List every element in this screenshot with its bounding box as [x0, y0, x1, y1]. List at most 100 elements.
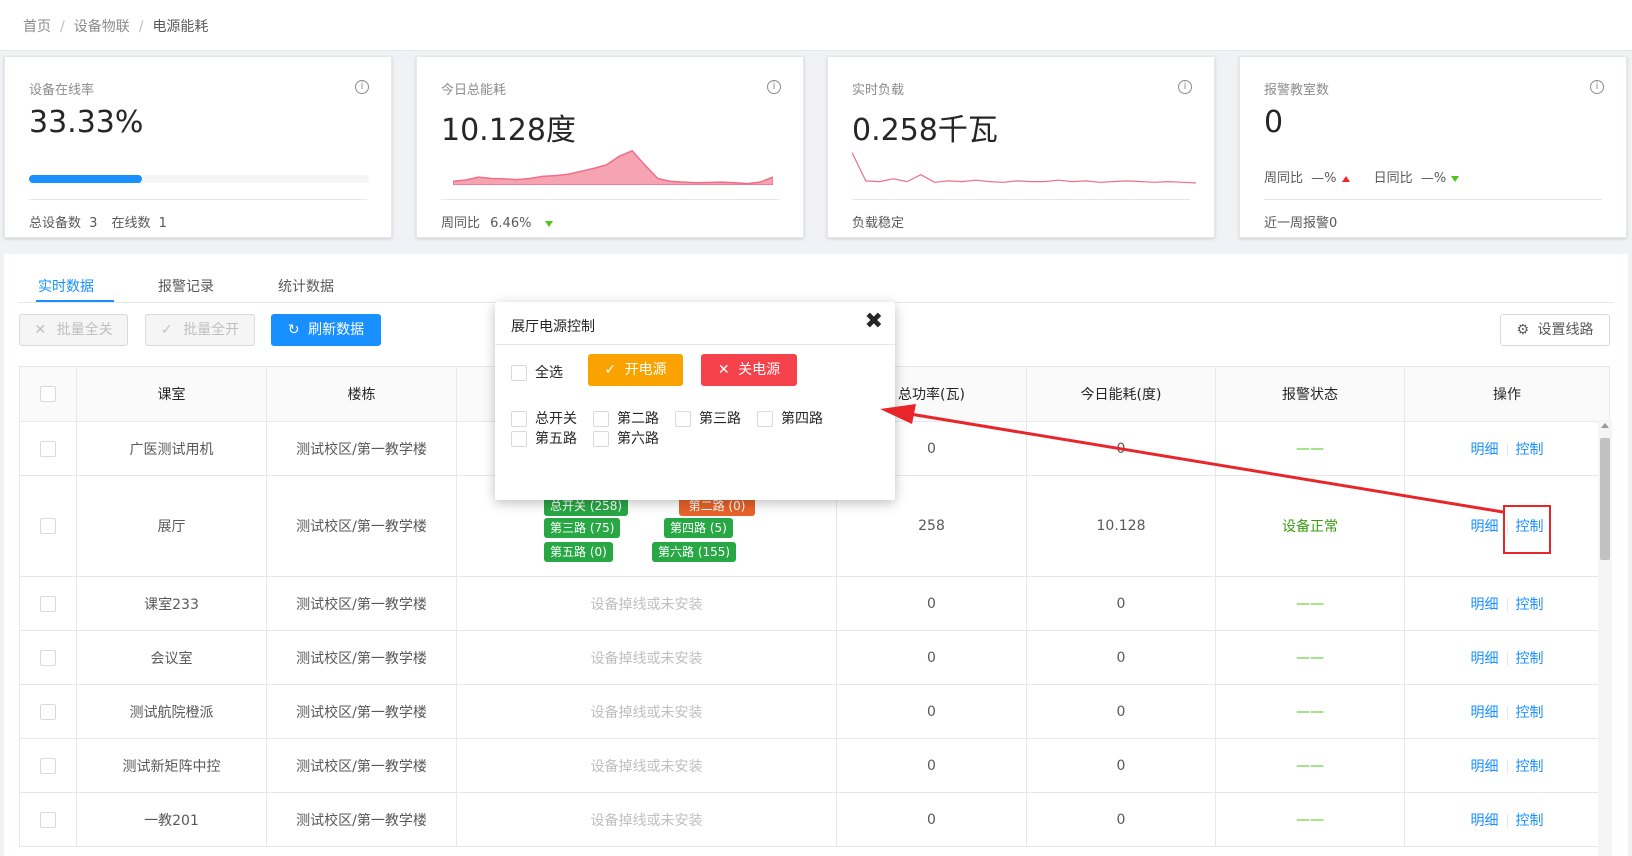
breadcrumb-section[interactable]: 设备物联 [74, 19, 130, 35]
detail-link[interactable]: 明细 [1471, 705, 1499, 721]
breadcrumb-home[interactable]: 首页 [23, 19, 51, 35]
checkbox[interactable] [593, 431, 609, 447]
circuit-label: 第三路 [699, 411, 741, 427]
checkbox[interactable] [757, 411, 773, 427]
header-building: 楼栋 [266, 366, 457, 422]
card-label: 设备在线率 [29, 83, 95, 98]
row-checkbox[interactable] [40, 811, 56, 828]
power-on-label: 开电源 [624, 362, 667, 378]
energy-area [453, 149, 773, 185]
building-cell: 测试校区/第一教学楼 [266, 738, 457, 793]
settings-label: 设置线路 [1537, 322, 1594, 338]
actions-cell: 明细 控制 [1404, 630, 1610, 685]
room-cell: 广医测试用机 [76, 421, 267, 476]
info-icon[interactable]: i [1178, 80, 1192, 94]
detail-link[interactable]: 明细 [1471, 597, 1499, 613]
info-icon[interactable]: i [1590, 80, 1604, 94]
detail-link[interactable]: 明细 [1471, 519, 1499, 535]
tab-statistics[interactable]: 统计数据 [278, 276, 334, 296]
detail-link[interactable]: 明细 [1471, 442, 1499, 458]
tab-bar: 实时数据 报警记录 统计数据 [18, 254, 1614, 303]
circuit-checkbox-4[interactable]: 第四路 [757, 408, 823, 428]
energy-cell: 0 [1026, 576, 1216, 631]
load-card: 实时负载 i 0.258千瓦 负载稳定 [827, 56, 1215, 238]
down-arrow-icon [1451, 175, 1460, 182]
control-link[interactable]: 控制 [1516, 651, 1544, 667]
card-value: 0 [1264, 105, 1284, 140]
card-label: 实时负载 [852, 83, 905, 98]
info-icon[interactable]: i [767, 80, 781, 94]
control-link[interactable]: 控制 [1516, 705, 1544, 721]
detail-link[interactable]: 明细 [1471, 813, 1499, 829]
control-link[interactable]: 控制 [1516, 442, 1544, 458]
checkbox[interactable] [593, 411, 609, 427]
control-link[interactable]: 控制 [1516, 759, 1544, 775]
divider [1506, 759, 1508, 774]
close-icon[interactable]: ✖ [865, 311, 883, 333]
refresh-icon: ↻ [287, 322, 300, 338]
alarm-cell: —— [1215, 421, 1405, 476]
circuit-checkbox-main[interactable]: 总开关 [511, 408, 577, 428]
scrollbar-thumb[interactable] [1600, 438, 1610, 560]
gear-icon: ⚙ [1516, 322, 1530, 338]
control-link[interactable]: 控制 [1516, 813, 1544, 829]
power-off-button[interactable]: ✕ 关电源 [701, 354, 797, 386]
tab-alarm-records[interactable]: 报警记录 [158, 276, 214, 296]
checkbox[interactable] [511, 411, 527, 427]
circuit-tag-3: 第三路 (75) [544, 518, 621, 538]
divider [1506, 597, 1508, 612]
row-checkbox[interactable] [40, 757, 56, 774]
info-icon[interactable]: i [355, 80, 369, 94]
batch-off-button[interactable]: ✕ 批量全关 [19, 314, 128, 346]
row-checkbox[interactable] [40, 518, 56, 534]
circuit-checkbox-2[interactable]: 第二路 [593, 408, 659, 428]
table-row: 课室233 测试校区/第一教学楼 设备掉线或未安装 0 0 —— 明细 控制 [19, 576, 1610, 631]
annotation-highlight-box [1503, 505, 1551, 554]
circuit-checkbox-5[interactable]: 第五路 [511, 428, 577, 448]
checkbox[interactable] [40, 386, 56, 402]
close-icon: ✕ [34, 322, 47, 338]
detail-link[interactable]: 明细 [1471, 651, 1499, 667]
checkbox[interactable] [511, 431, 527, 447]
checkbox[interactable] [511, 365, 527, 381]
card-footer: 总设备数 3 在线数 1 [29, 199, 367, 231]
circuit-label: 第六路 [617, 431, 659, 447]
detail-link[interactable]: 明细 [1471, 759, 1499, 775]
scroll-up-icon[interactable] [1601, 423, 1609, 428]
down-arrow-icon [545, 220, 554, 227]
card-value: 10.128度 [441, 113, 576, 148]
row-checkbox[interactable] [40, 649, 56, 666]
table-scrollbar[interactable] [1598, 420, 1612, 856]
select-all-checkbox[interactable]: 全选 [511, 362, 563, 382]
power-on-button[interactable]: ✓ 开电源 [588, 354, 683, 386]
row-checkbox[interactable] [40, 440, 56, 457]
row-checkbox[interactable] [40, 703, 56, 720]
room-cell: 课室233 [76, 576, 267, 631]
circuit-checkbox-6[interactable]: 第六路 [593, 428, 659, 448]
card-value: 0.258千瓦 [852, 113, 998, 148]
dialog-header: 展厅电源控制 ✖ [495, 302, 895, 345]
settings-button[interactable]: ⚙ 设置线路 [1500, 314, 1610, 346]
header-energy: 今日能耗(度) [1026, 366, 1216, 422]
select-all-header[interactable] [19, 366, 77, 422]
table-row: 测试新矩阵中控 测试校区/第一教学楼 设备掉线或未安装 0 0 —— 明细 控制 [19, 738, 1610, 793]
row-checkbox[interactable] [40, 595, 56, 612]
control-link[interactable]: 控制 [1516, 597, 1544, 613]
actions-cell: 明细 控制 [1404, 738, 1610, 793]
status-cell: 设备掉线或未安装 [456, 792, 837, 847]
building-cell: 测试校区/第一教学楼 [266, 630, 457, 685]
batch-on-button[interactable]: ✓ 批量全开 [145, 314, 255, 346]
circuit-checkbox-3[interactable]: 第三路 [675, 408, 741, 428]
card-footer: 近一周报警0 [1264, 199, 1602, 231]
checkbox[interactable] [675, 411, 691, 427]
online-count: 1 [158, 216, 167, 231]
card-footer: 负载稳定 [852, 199, 1190, 231]
breadcrumb-separator: / [138, 19, 144, 35]
tab-realtime[interactable]: 实时数据 [38, 276, 94, 296]
divider [1506, 651, 1508, 666]
divider [1506, 442, 1508, 457]
alarm-card: 报警教室数 i 0 周同比 —% 日同比 —% 近一周报警0 [1239, 56, 1627, 238]
alarm-cell: —— [1215, 576, 1405, 631]
refresh-button[interactable]: ↻ 刷新数据 [271, 314, 381, 346]
actions-cell: 明细 控制 [1404, 684, 1610, 739]
